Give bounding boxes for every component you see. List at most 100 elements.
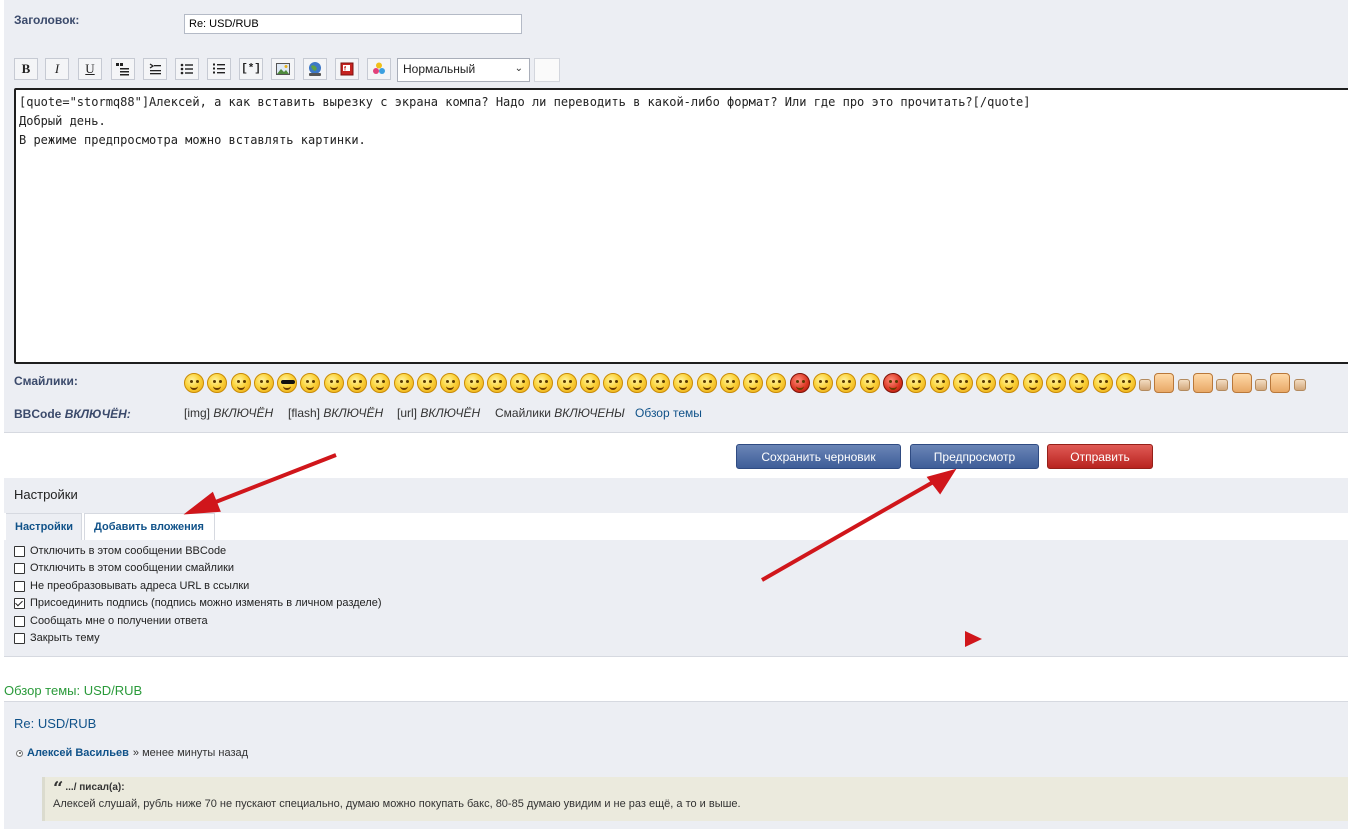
save-draft-button[interactable]: Сохранить черновик <box>736 444 901 469</box>
tab-settings[interactable]: Настройки <box>6 513 82 540</box>
bold-button[interactable]: B <box>14 58 38 80</box>
quote-block: “.../ писал(а): Алексей слушай, рубль ни… <box>42 777 1348 821</box>
smiley-icon[interactable] <box>673 373 694 393</box>
smiley-icon[interactable] <box>999 373 1020 393</box>
subject-input[interactable] <box>184 14 522 34</box>
checkbox[interactable] <box>14 615 25 627</box>
preview-button[interactable]: Предпросмотр <box>910 444 1039 469</box>
smiley-icon[interactable] <box>929 373 950 393</box>
smiley-icon[interactable] <box>230 373 251 393</box>
list-item-button[interactable]: [*] <box>239 58 263 80</box>
tab-attachments[interactable]: Добавить вложения <box>84 513 215 540</box>
smiley-icon[interactable] <box>1270 373 1291 393</box>
smiley-icon[interactable] <box>859 373 880 393</box>
smiley-icon[interactable] <box>1254 379 1267 391</box>
flash-button[interactable]: f <box>335 58 359 80</box>
checkbox[interactable] <box>14 562 25 574</box>
option-disable-bbcode[interactable]: Отключить в этом сообщении BBCode <box>14 545 226 557</box>
smiley-icon[interactable] <box>1069 373 1090 393</box>
list-item-glyph: [*] <box>241 63 261 75</box>
option-disable-smilies[interactable]: Отключить в этом сообщении смайлики <box>14 562 234 574</box>
smiley-icon[interactable] <box>277 373 298 393</box>
smiley-icon[interactable] <box>976 373 997 393</box>
smiley-icon[interactable] <box>906 373 927 393</box>
smiley-icon[interactable] <box>603 373 624 393</box>
smiley-icon[interactable] <box>207 373 228 393</box>
smiley-icon[interactable] <box>1022 373 1043 393</box>
font-size-select[interactable]: Нормальный ⌄ <box>397 58 530 82</box>
list-button[interactable] <box>175 58 199 80</box>
ordered-list-button[interactable] <box>207 58 231 80</box>
option-disable-urls[interactable]: Не преобразовывать адреса URL в ссылки <box>14 580 249 592</box>
smiley-icon[interactable] <box>743 373 764 393</box>
img-tag: [img] <box>184 406 211 420</box>
smiley-icon[interactable] <box>510 373 531 393</box>
smiley-icon[interactable] <box>1154 373 1175 393</box>
smiley-icon[interactable] <box>323 373 344 393</box>
smiley-icon[interactable] <box>393 373 414 393</box>
smiley-icon[interactable] <box>1231 373 1252 393</box>
option-notify[interactable]: Сообщать мне о получении ответа <box>14 615 208 627</box>
smiley-icon[interactable] <box>440 373 461 393</box>
italic-button[interactable]: I <box>45 58 69 80</box>
smiley-icon[interactable] <box>300 373 321 393</box>
smiley-icon[interactable] <box>253 373 274 393</box>
post-icon <box>16 749 23 757</box>
smiley-icon[interactable] <box>1193 373 1214 393</box>
smiley-icon[interactable] <box>1177 379 1190 391</box>
topic-review-panel: Re: USD/RUB Алексей Васильев » менее мин… <box>4 701 1348 829</box>
url-tag: [url] <box>397 406 418 420</box>
code-button[interactable] <box>143 58 167 80</box>
smiley-icon[interactable] <box>813 373 834 393</box>
url-button[interactable] <box>303 58 327 80</box>
message-textarea[interactable]: [quote="stormq88"]Алексей, а как вставит… <box>14 88 1348 364</box>
bbcode-label-status: ВКЛЮЧЁН: <box>64 407 131 421</box>
option-lock-topic[interactable]: Закрыть тему <box>14 632 100 644</box>
smiley-icon[interactable] <box>1216 379 1229 391</box>
smiley-icon[interactable] <box>533 373 554 393</box>
smiley-icon[interactable] <box>696 373 717 393</box>
flash-icon: f <box>340 62 354 76</box>
smiley-icon[interactable] <box>370 373 391 393</box>
checkbox[interactable] <box>14 632 25 644</box>
quote-button[interactable] <box>111 58 135 80</box>
smiley-icon[interactable] <box>1092 373 1113 393</box>
post-title[interactable]: Re: USD/RUB <box>14 716 96 731</box>
smiley-icon[interactable] <box>649 373 670 393</box>
smiley-icon[interactable] <box>1115 373 1136 393</box>
color-button[interactable] <box>367 58 391 80</box>
smiley-icon[interactable] <box>836 373 857 393</box>
smiley-icon[interactable] <box>626 373 647 393</box>
img-status-text: ВКЛЮЧЁН <box>213 406 274 420</box>
smiley-icon[interactable] <box>486 373 507 393</box>
image-icon <box>276 63 290 75</box>
smiley-icon[interactable] <box>463 373 484 393</box>
checkbox[interactable] <box>14 580 25 592</box>
url-status: [url] ВКЛЮЧЁН <box>397 406 480 420</box>
smiley-icon[interactable] <box>416 373 437 393</box>
smiley-icon[interactable] <box>556 373 577 393</box>
smiley-icon[interactable] <box>1045 373 1066 393</box>
smiley-icon[interactable] <box>184 373 204 393</box>
underline-button[interactable]: U <box>78 58 102 80</box>
underline-glyph: U <box>85 61 95 76</box>
smiley-icon[interactable] <box>719 373 740 393</box>
smiley-icon[interactable] <box>1139 379 1152 391</box>
smiley-icon[interactable] <box>882 373 903 393</box>
image-button[interactable] <box>271 58 295 80</box>
topic-overview-link[interactable]: Обзор темы <box>635 406 702 420</box>
checkbox-checked[interactable] <box>14 597 25 609</box>
smiley-icon[interactable] <box>1293 379 1306 391</box>
smiley-icon[interactable] <box>347 373 368 393</box>
submit-button[interactable]: Отправить <box>1047 444 1153 469</box>
font-size-value: Нормальный <box>403 62 476 76</box>
checkbox[interactable] <box>14 545 25 557</box>
smiley-icon[interactable] <box>766 373 787 393</box>
smiley-icon[interactable] <box>580 373 601 393</box>
smiley-icon[interactable] <box>789 373 810 393</box>
post-author[interactable]: Алексей Васильев <box>27 747 129 759</box>
smiley-icon[interactable] <box>952 373 973 393</box>
quote-text: Алексей слушай, рубль ниже 70 не пускают… <box>53 798 741 810</box>
option-attach-signature[interactable]: Присоединить подпись (подпись можно изме… <box>14 597 382 609</box>
quote-header: “.../ писал(а): <box>53 780 1340 798</box>
